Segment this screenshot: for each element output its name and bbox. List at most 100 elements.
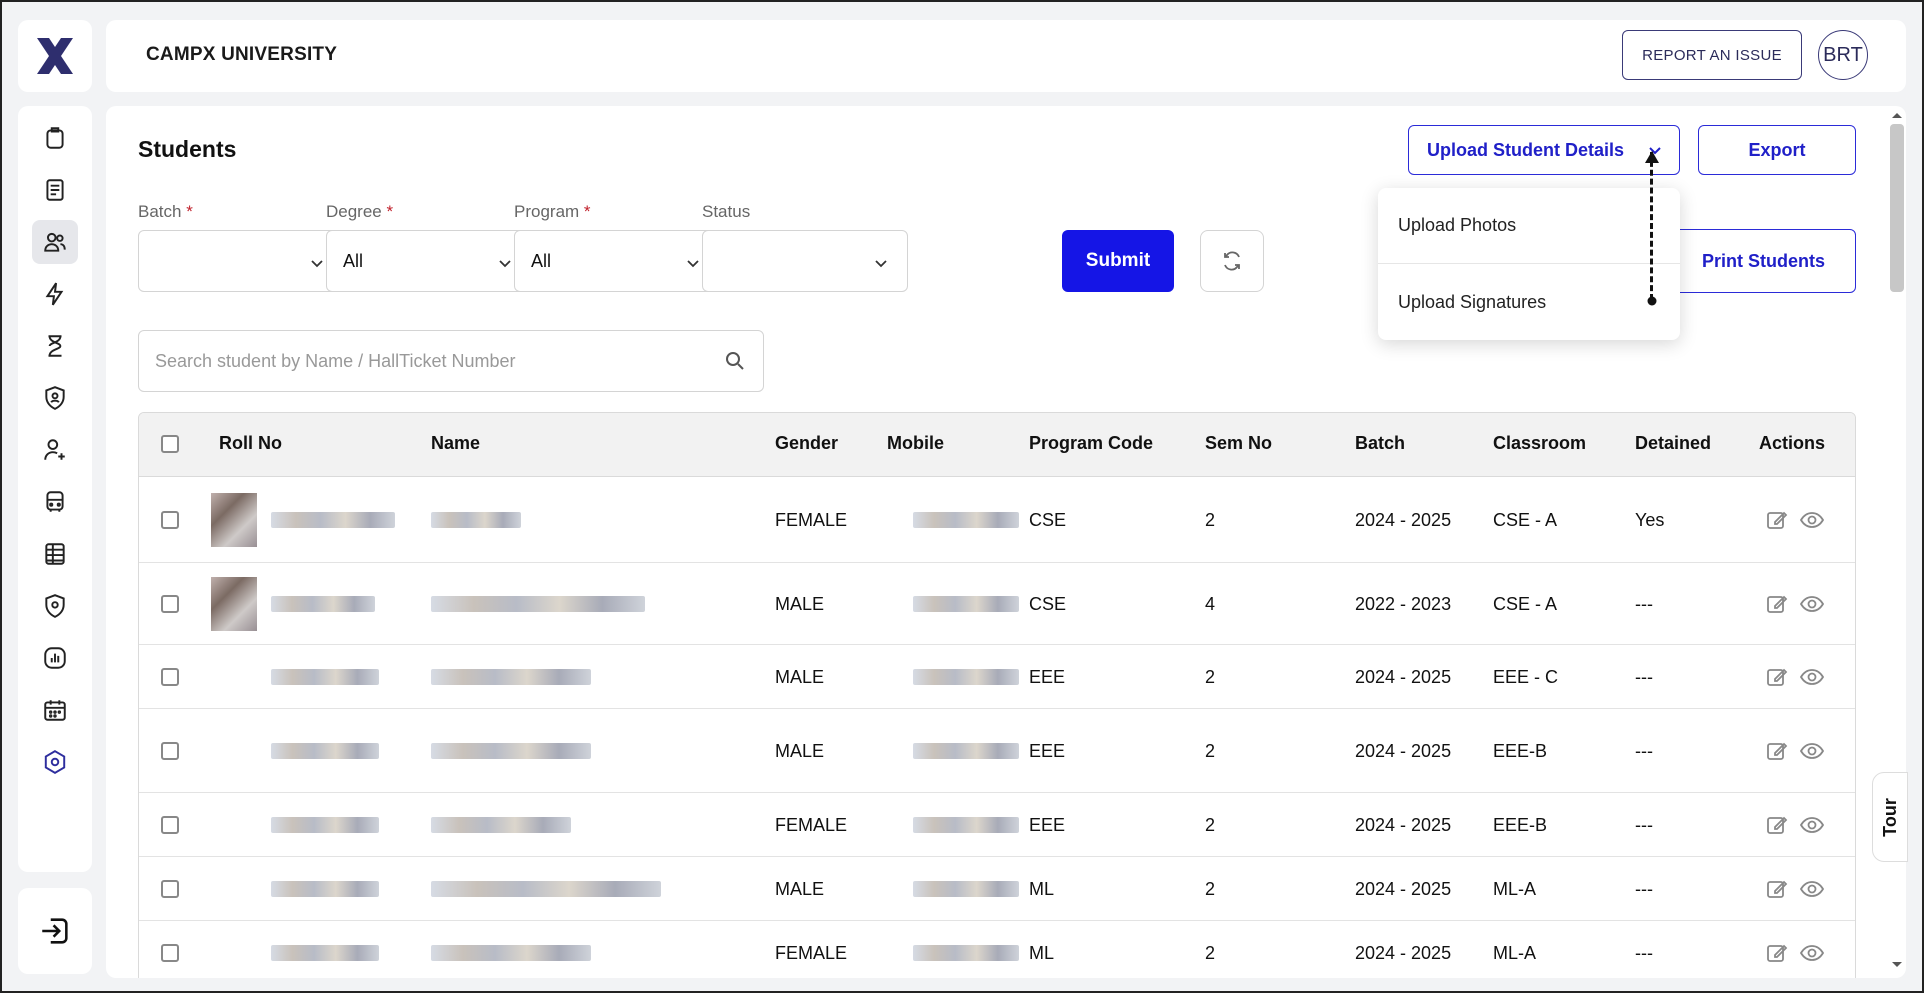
chevron-down-icon	[875, 260, 887, 268]
row-checkbox[interactable]	[161, 595, 179, 613]
submit-button[interactable]: Submit	[1062, 230, 1174, 292]
column-header-batch[interactable]: Batch	[1355, 433, 1405, 454]
view-icon[interactable]	[1799, 739, 1825, 763]
cell-classroom: EEE-B	[1493, 815, 1548, 835]
sidebar-item-students[interactable]	[32, 220, 78, 264]
cell-sem: 2	[1205, 741, 1216, 761]
status-label: Status	[702, 202, 751, 221]
column-header-roll-no[interactable]: Roll No	[219, 433, 282, 454]
degree-select[interactable]: All	[326, 230, 532, 292]
roll-no-redacted	[271, 881, 379, 897]
row-actions	[1765, 508, 1825, 532]
row-checkbox[interactable]	[161, 880, 179, 898]
batch-select[interactable]	[138, 230, 344, 292]
edit-icon[interactable]	[1765, 508, 1789, 532]
export-button[interactable]: Export	[1698, 125, 1856, 175]
app-logo[interactable]	[18, 20, 92, 92]
annotation-dashed-line	[1650, 152, 1653, 300]
edit-icon[interactable]	[1765, 813, 1789, 837]
cell-program-code: EEE	[1029, 815, 1066, 835]
search-icon[interactable]	[723, 349, 747, 373]
table-row[interactable]: MALE EEE 2 2024 - 2025 EEE - C ---	[139, 645, 1855, 709]
row-checkbox[interactable]	[161, 944, 179, 962]
table-row[interactable]: MALE ML 2 2024 - 2025 ML-A ---	[139, 857, 1855, 921]
logout-button[interactable]	[18, 888, 92, 974]
name-redacted	[431, 669, 591, 685]
cell-program-code: CSE	[1029, 510, 1067, 530]
report-issue-button[interactable]: REPORT AN ISSUE	[1622, 30, 1802, 80]
sidebar-item-clipboard[interactable]	[32, 116, 78, 160]
select-all-checkbox[interactable]	[161, 435, 179, 453]
sidebar-item-records[interactable]	[32, 532, 78, 576]
column-header-gender[interactable]: Gender	[775, 433, 838, 454]
sidebar-item-activity[interactable]	[32, 272, 78, 316]
name-redacted	[431, 945, 591, 961]
cell-detained: ---	[1635, 815, 1653, 835]
view-icon[interactable]	[1799, 592, 1825, 616]
menu-item-upload-signatures[interactable]: Upload Signatures	[1378, 264, 1680, 340]
column-header-mobile[interactable]: Mobile	[887, 433, 944, 454]
students-table: Roll No Name Gender Mobile Program Code …	[138, 412, 1856, 978]
sidebar-item-security[interactable]	[32, 376, 78, 420]
sidebar-item-location[interactable]	[32, 584, 78, 628]
column-header-program-code[interactable]: Program Code	[1029, 433, 1153, 454]
row-actions	[1765, 739, 1825, 763]
column-header-detained[interactable]: Detained	[1635, 433, 1711, 454]
table-header: Roll No Name Gender Mobile Program Code …	[139, 413, 1855, 477]
column-header-classroom[interactable]: Classroom	[1493, 433, 1586, 454]
sidebar-item-reports[interactable]	[32, 636, 78, 680]
menu-item-upload-photos[interactable]: Upload Photos	[1378, 188, 1680, 264]
sidebar-item-calendar[interactable]	[32, 688, 78, 732]
sidebar-item-documents[interactable]	[32, 168, 78, 212]
student-photo	[211, 577, 257, 631]
degree-select-value: All	[343, 250, 364, 271]
sidebar-item-add-user[interactable]	[32, 428, 78, 472]
sidebar-item-transport[interactable]	[32, 480, 78, 524]
refresh-button[interactable]	[1200, 230, 1264, 292]
column-header-name[interactable]: Name	[431, 433, 480, 454]
row-checkbox[interactable]	[161, 668, 179, 686]
upload-button-label: Upload Student Details	[1427, 139, 1625, 160]
edit-icon[interactable]	[1765, 941, 1789, 965]
sidebar-item-settings[interactable]	[32, 740, 78, 784]
view-icon[interactable]	[1799, 941, 1825, 965]
view-icon[interactable]	[1799, 665, 1825, 689]
table-row[interactable]: FEMALE ML 2 2024 - 2025 ML-A ---	[139, 921, 1855, 978]
university-name: CAMPX UNIVERSITY	[146, 44, 338, 65]
mobile-redacted	[913, 945, 1019, 961]
avatar[interactable]: BRT	[1818, 30, 1868, 80]
status-select[interactable]	[702, 230, 908, 292]
search-input[interactable]	[155, 345, 695, 377]
settings-icon	[44, 750, 66, 774]
scroll-down-arrow-icon[interactable]	[1890, 960, 1904, 970]
cell-sem: 2	[1205, 943, 1216, 963]
scrollbar-thumb[interactable]	[1890, 124, 1904, 292]
edit-icon[interactable]	[1765, 592, 1789, 616]
view-icon[interactable]	[1799, 508, 1825, 532]
edit-icon[interactable]	[1765, 877, 1789, 901]
column-header-sem-no[interactable]: Sem No	[1205, 433, 1272, 454]
table-row[interactable]: FEMALE EEE 2 2024 - 2025 EEE-B ---	[139, 793, 1855, 857]
program-label: Program *	[514, 202, 591, 221]
cell-gender: FEMALE	[775, 815, 848, 835]
sidebar-item-timer[interactable]	[32, 324, 78, 368]
row-checkbox[interactable]	[161, 816, 179, 834]
edit-icon[interactable]	[1765, 665, 1789, 689]
column-header-actions: Actions	[1759, 433, 1826, 453]
table-row[interactable]: MALE CSE 4 2022 - 2023 CSE - A ---	[139, 563, 1855, 645]
table-row[interactable]: FEMALE CSE 2 2024 - 2025 CSE - A Yes	[139, 477, 1855, 563]
scroll-up-arrow-icon[interactable]	[1890, 110, 1904, 120]
student-photo	[211, 493, 257, 547]
tour-button[interactable]: Tour	[1872, 772, 1908, 862]
row-checkbox[interactable]	[161, 511, 179, 529]
roll-no-redacted	[271, 945, 379, 961]
table-row[interactable]: MALE EEE 2 2024 - 2025 EEE-B ---	[139, 709, 1855, 793]
view-icon[interactable]	[1799, 813, 1825, 837]
view-icon[interactable]	[1799, 877, 1825, 901]
program-select[interactable]: All	[514, 230, 720, 292]
row-checkbox[interactable]	[161, 742, 179, 760]
roll-no-redacted	[271, 817, 379, 833]
cell-detained: ---	[1635, 594, 1653, 614]
upload-student-details-button[interactable]: Upload Student Details	[1408, 125, 1680, 175]
edit-icon[interactable]	[1765, 739, 1789, 763]
